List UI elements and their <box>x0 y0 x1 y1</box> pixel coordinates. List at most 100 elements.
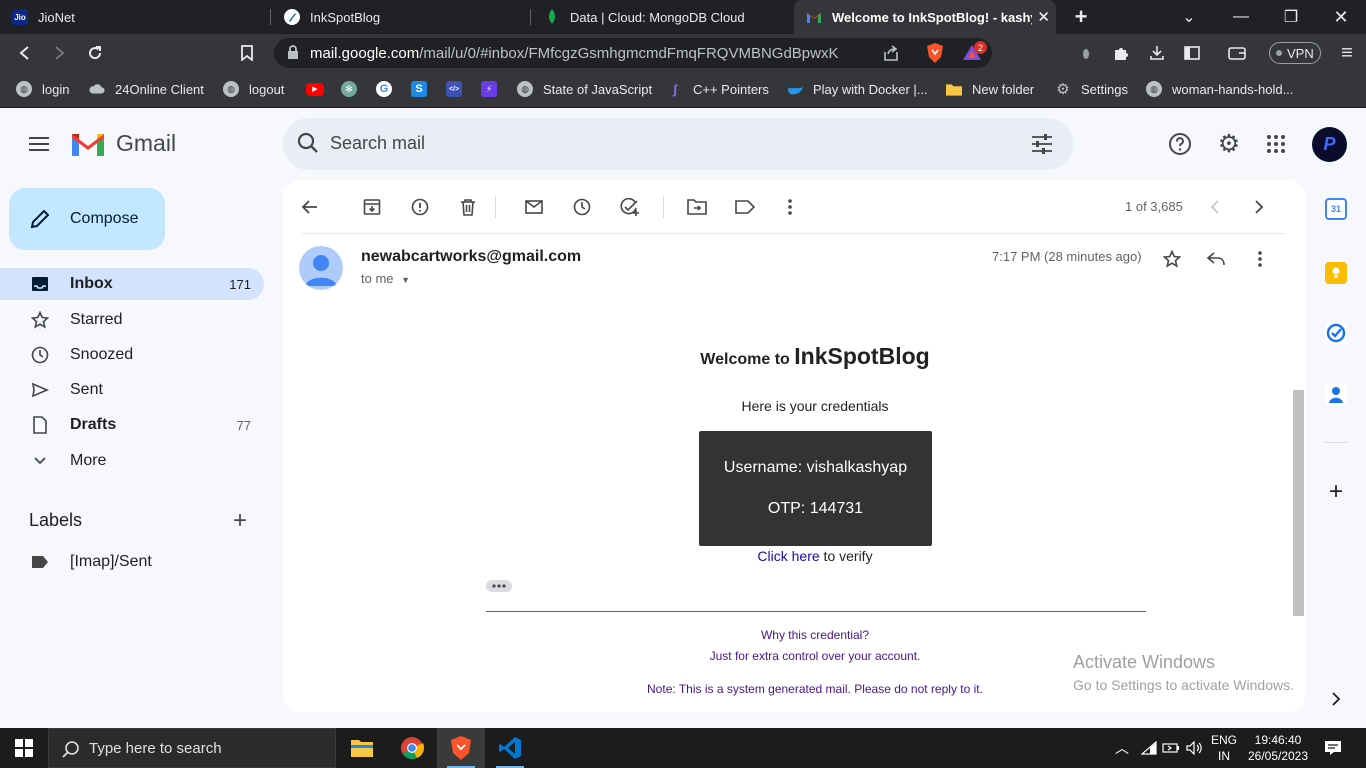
get-addons-plus-icon[interactable]: + <box>1325 478 1347 505</box>
download-icon[interactable] <box>1144 40 1170 66</box>
message-more-icon[interactable] <box>1249 248 1271 270</box>
calendar-icon[interactable]: 31 <box>1325 198 1347 220</box>
close-window-button[interactable]: ✕ <box>1318 0 1364 34</box>
file-explorer-icon[interactable] <box>338 728 386 768</box>
search-options-icon[interactable] <box>1031 133 1053 160</box>
extensions-puzzle-icon[interactable] <box>1108 40 1134 66</box>
search-bar[interactable]: Search mail <box>283 118 1073 170</box>
report-spam-icon[interactable] <box>409 196 431 218</box>
start-button[interactable] <box>0 728 48 768</box>
main-menu-icon[interactable] <box>27 132 51 156</box>
notifications-icon[interactable] <box>1318 728 1348 768</box>
nav-item-more[interactable]: More <box>0 445 264 477</box>
search-input[interactable]: Search mail <box>330 133 425 154</box>
keep-icon[interactable] <box>1325 262 1347 284</box>
bookmark-cpp-pointers[interactable]: ʃ C++ Pointers <box>667 72 769 106</box>
show-hidden-icons-chevron-icon[interactable]: ︿ <box>1112 728 1132 768</box>
mail-scrollbar[interactable] <box>1293 390 1304 616</box>
chrome-icon[interactable] <box>388 728 436 768</box>
gmail-logo-icon[interactable] <box>70 130 106 158</box>
search-icon[interactable] <box>297 132 319 159</box>
archive-icon[interactable] <box>361 196 383 218</box>
vscode-icon[interactable] <box>486 728 534 768</box>
mark-unread-icon[interactable] <box>523 196 545 218</box>
back-to-inbox-icon[interactable] <box>299 196 321 218</box>
nav-item-drafts[interactable]: Drafts 77 <box>0 409 264 441</box>
tab-jionet[interactable]: Jio JioNet <box>0 0 270 34</box>
share-icon[interactable] <box>882 44 900 66</box>
browser-menu-icon[interactable]: ≡ <box>1334 40 1360 66</box>
url-field[interactable]: mail.google.com/mail/u/0/#inbox/FMfcgzGs… <box>274 38 992 68</box>
wallet-icon[interactable] <box>1224 40 1250 66</box>
bookmark-logout[interactable]: ◍ logout <box>223 72 284 106</box>
nav-item-inbox[interactable]: Inbox 171 <box>0 268 264 300</box>
vpn-button[interactable]: VPN <box>1269 42 1321 64</box>
bookmark-chatgpt[interactable]: ✻ <box>341 72 367 106</box>
brave-shields-icon[interactable] <box>926 43 944 67</box>
add-label-icon[interactable]: + <box>233 507 247 535</box>
bookmark-google[interactable]: G <box>376 72 402 106</box>
bookmark-code[interactable]: </> <box>446 72 472 106</box>
apps-grid-icon[interactable] <box>1266 134 1286 154</box>
tasks-icon[interactable] <box>1325 322 1347 344</box>
bookmark-play-with-docker[interactable]: Play with Docker |... <box>787 72 928 106</box>
snooze-icon[interactable] <box>571 196 593 218</box>
contacts-icon[interactable] <box>1325 384 1347 406</box>
expand-panel-chevron-icon[interactable] <box>1325 688 1347 710</box>
delete-icon[interactable] <box>457 196 479 218</box>
recipient-details-caret-icon[interactable]: ▼ <box>401 275 410 285</box>
battery-plug-icon[interactable] <box>1160 728 1182 768</box>
minimize-button[interactable]: — <box>1218 0 1264 34</box>
nav-item-snoozed[interactable]: Snoozed <box>0 339 264 371</box>
brave-browser-icon[interactable] <box>437 728 485 768</box>
tab-gmail-active[interactable]: Welcome to InkSpotBlog! - kashy ✕ <box>794 0 1056 34</box>
reply-icon[interactable] <box>1205 248 1227 270</box>
reload-button[interactable] <box>82 40 108 66</box>
volume-icon[interactable] <box>1184 728 1204 768</box>
bookmark-login[interactable]: ◍ login <box>16 72 69 106</box>
label-item-imap-sent[interactable]: [Imap]/Sent <box>0 546 264 578</box>
more-options-icon[interactable] <box>779 196 801 218</box>
bookmark-settings[interactable]: ⚙ Settings <box>1055 72 1128 106</box>
bookmark-new-folder[interactable]: New folder <box>946 72 1034 106</box>
new-tab-button[interactable]: + <box>1058 0 1104 34</box>
clock[interactable]: 19:46:40 26/05/2023 <box>1244 728 1312 768</box>
older-chevron-right-icon[interactable] <box>1248 196 1270 218</box>
bookmark-bolt[interactable]: ⚡ <box>481 72 507 106</box>
forward-button[interactable] <box>46 40 72 66</box>
star-email-icon[interactable] <box>1161 248 1183 270</box>
input-language[interactable]: ENG IN <box>1207 728 1241 768</box>
show-trimmed-content-icon[interactable] <box>486 580 512 592</box>
verify-link[interactable]: Click here <box>757 548 819 564</box>
tab-mongodb[interactable]: Data | Cloud: MongoDB Cloud <box>532 0 792 34</box>
bookmark-state-of-js[interactable]: ◍ State of JavaScript <box>517 72 652 106</box>
sender-avatar[interactable] <box>299 246 343 290</box>
bookmark-youtube[interactable]: ▶ <box>306 72 334 106</box>
network-icon[interactable] <box>1139 728 1159 768</box>
restore-button[interactable]: ❐ <box>1268 0 1314 34</box>
tab-inkspotblog[interactable]: InkSpotBlog <box>272 0 530 34</box>
settings-gear-icon[interactable]: ⚙ <box>1216 130 1242 158</box>
taskbar-search-input[interactable]: Type here to search <box>89 740 222 757</box>
tab-search-chevron-icon[interactable]: ⌄ <box>1166 0 1212 34</box>
bookmark-woman-hands[interactable]: ◍ woman-hands-hold... <box>1146 72 1293 106</box>
newer-chevron-left-icon[interactable] <box>1204 196 1226 218</box>
extension-dot-icon[interactable] <box>1073 40 1099 66</box>
recipient-line[interactable]: to me ▼ <box>361 271 410 286</box>
add-task-icon[interactable] <box>619 196 641 218</box>
bookmark-24online[interactable]: 24Online Client <box>89 72 204 106</box>
account-avatar[interactable]: P <box>1312 127 1347 162</box>
help-icon[interactable] <box>1168 132 1192 156</box>
sidebar-toggle-icon[interactable] <box>1179 40 1205 66</box>
back-button[interactable] <box>12 40 38 66</box>
sender-email[interactable]: newabcartworks@gmail.com <box>361 248 581 266</box>
bookmark-s[interactable]: S <box>411 72 437 106</box>
compose-button[interactable]: Compose <box>9 188 165 250</box>
label-as-icon[interactable] <box>734 196 756 218</box>
nav-item-sent[interactable]: Sent <box>0 374 264 406</box>
nav-item-starred[interactable]: Starred <box>0 304 264 336</box>
taskbar-search[interactable]: Type here to search <box>48 728 336 768</box>
move-to-icon[interactable] <box>686 196 708 218</box>
bookmark-icon[interactable] <box>234 40 260 66</box>
close-tab-icon[interactable]: ✕ <box>1037 8 1050 26</box>
